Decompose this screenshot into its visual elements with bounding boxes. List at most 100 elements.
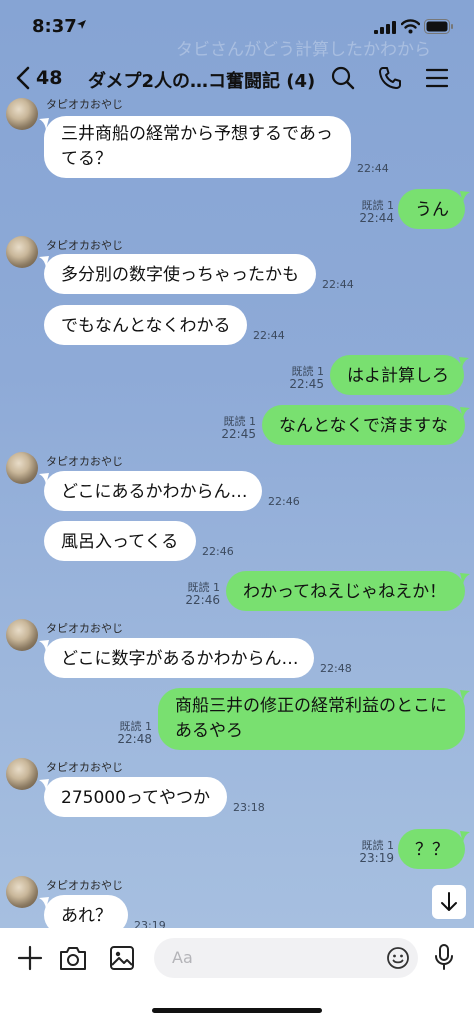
incoming-message-bubble[interactable]: 三井商船の経常から予想するであっ てる？ (44, 116, 351, 178)
outgoing-message-bubble[interactable]: 商船三井の修正の経常利益のとこに あるやろ (158, 688, 465, 750)
bubble-tail (39, 897, 49, 909)
message-read-receipt: 既読 1 22:45 (280, 365, 324, 391)
bubble-tail (460, 690, 470, 702)
message-timestamp: 22:44 (322, 278, 354, 291)
status-bar: 8:37 (0, 0, 474, 54)
status-time: 8:37 (32, 16, 77, 37)
message-text: うん (415, 200, 449, 220)
timestamp-text: 22:46 (268, 495, 300, 508)
unread-count: 48 (36, 67, 63, 89)
composer-bar: Aa (0, 928, 474, 1024)
message-read-receipt: 既読 1 22:45 (212, 415, 256, 441)
message-text: 275000ってやつか (61, 788, 211, 808)
avatar[interactable] (6, 236, 38, 268)
timestamp-text: 23:18 (233, 801, 265, 814)
sender-name: タピオカおやじ (46, 455, 123, 468)
timestamp-text: 23:19 (359, 851, 394, 865)
message-text: 三井商船の経常から予想するであっ (61, 124, 333, 144)
bubble-tail (460, 407, 470, 419)
sender-name: タピオカおやじ (46, 239, 123, 252)
outgoing-message-bubble[interactable]: うん (398, 189, 465, 229)
message-timestamp: 22:46 (202, 545, 234, 558)
emoji-icon[interactable] (386, 946, 410, 970)
home-indicator (152, 1008, 322, 1013)
message-timestamp: 22:46 (268, 495, 300, 508)
bubble-tail (39, 473, 49, 485)
message-read-receipt: 既読 1 22:48 (108, 720, 152, 746)
message-text: あれ？ (61, 906, 112, 926)
sender-name: タピオカおやじ (46, 761, 123, 774)
mic-icon[interactable] (434, 943, 454, 971)
bubble-tail (39, 118, 49, 130)
plus-icon[interactable] (17, 945, 43, 971)
arrow-down-icon (441, 892, 457, 911)
message-timestamp: 23:18 (233, 801, 265, 814)
timestamp-text: 22:48 (320, 662, 352, 675)
chevron-left-icon (16, 66, 30, 90)
outgoing-message-bubble[interactable]: なんとなくで済ますな (262, 405, 465, 445)
timestamp-text: 22:46 (185, 593, 220, 607)
message-text: ？？ (415, 840, 449, 860)
location-arrow-icon (77, 20, 86, 29)
incoming-message-bubble[interactable]: 風呂入ってくる (44, 521, 196, 561)
image-icon[interactable] (109, 945, 135, 971)
bubble-tail (460, 191, 470, 203)
message-read-receipt: 既読 1 23:19 (350, 839, 394, 865)
camera-icon[interactable] (59, 945, 87, 971)
timestamp-text: 22:44 (357, 162, 389, 175)
incoming-message-bubble[interactable]: 275000ってやつか (44, 777, 227, 817)
incoming-message-bubble[interactable]: どこに数字があるかわからん… (44, 638, 314, 678)
message-text: てる？ (61, 149, 112, 169)
message-text: はよ計算しろ (347, 366, 449, 386)
avatar[interactable] (6, 98, 38, 130)
message-text: でもなんとなくわかる (61, 316, 231, 336)
phone-icon[interactable] (378, 66, 402, 90)
incoming-message-bubble[interactable]: 多分別の数字使っちゃったかも (44, 254, 316, 294)
message-timestamp: 22:44 (357, 162, 389, 175)
menu-icon[interactable] (426, 66, 448, 90)
message-timestamp: 22:48 (320, 662, 352, 675)
message-text: あるやろ (175, 721, 243, 741)
bubble-tail (39, 256, 49, 268)
incoming-message-bubble[interactable]: でもなんとなくわかる (44, 305, 247, 345)
timestamp-text: 22:45 (221, 427, 256, 441)
message-input-placeholder: Aa (172, 948, 193, 967)
bubble-tail (39, 779, 49, 791)
timestamp-text: 22:44 (322, 278, 354, 291)
message-text: 多分別の数字使っちゃったかも (61, 265, 299, 285)
scroll-to-bottom-button[interactable] (432, 885, 466, 919)
chat-title[interactable]: ダメプ2人の…コ奮闘記 (4) (88, 67, 316, 93)
outgoing-message-bubble[interactable]: はよ計算しろ (330, 355, 464, 395)
bubble-tail (459, 357, 469, 369)
back-button[interactable]: 48 (16, 66, 62, 90)
message-text: なんとなくで済ますな (279, 416, 448, 436)
cellular-signal-icon (374, 21, 396, 34)
sender-name: タピオカおやじ (46, 879, 123, 892)
message-read-receipt: 既読 1 22:44 (350, 199, 394, 225)
bubble-tail (460, 831, 470, 843)
message-read-receipt: 既読 1 22:46 (176, 581, 220, 607)
message-text: わかってねえじゃねえか！ (243, 582, 447, 602)
timestamp-text: 22:44 (253, 329, 285, 342)
timestamp-text: 22:48 (117, 732, 152, 746)
search-icon[interactable] (331, 66, 355, 90)
bubble-tail (39, 640, 49, 652)
avatar[interactable] (6, 452, 38, 484)
timestamp-text: 22:46 (202, 545, 234, 558)
message-timestamp: 22:44 (253, 329, 285, 342)
incoming-message-bubble[interactable]: どこにあるかわからん… (44, 471, 262, 511)
message-text: どこに数字があるかわからん… (61, 649, 299, 669)
timestamp-text: 22:45 (289, 377, 324, 391)
outgoing-message-bubble[interactable]: わかってねえじゃねえか！ (226, 571, 465, 611)
avatar[interactable] (6, 619, 38, 651)
avatar[interactable] (6, 876, 38, 908)
message-text: どこにあるかわからん… (61, 482, 248, 502)
message-text: 風呂入ってくる (61, 532, 179, 552)
sender-name: タピオカおやじ (46, 622, 123, 635)
avatar[interactable] (6, 758, 38, 790)
bubble-tail (460, 573, 470, 585)
wifi-icon (401, 19, 420, 34)
battery-icon (424, 19, 453, 34)
outgoing-message-bubble[interactable]: ？？ (398, 829, 465, 869)
message-input[interactable]: Aa (154, 938, 418, 978)
